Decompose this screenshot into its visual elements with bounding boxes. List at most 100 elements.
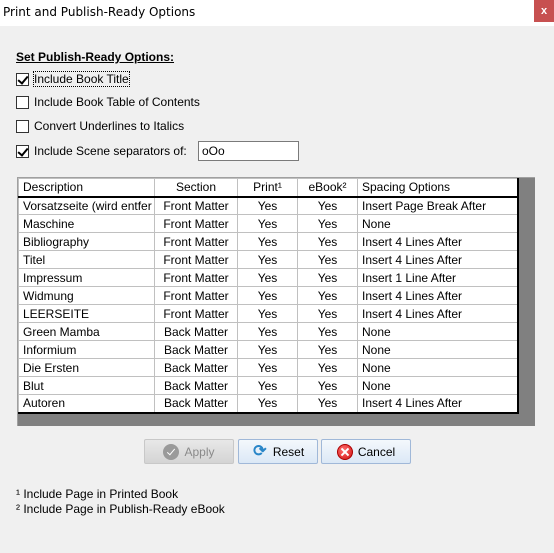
- include-toc-checkbox[interactable]: [16, 95, 29, 109]
- cell-description[interactable]: Bibliography: [18, 232, 155, 251]
- cell-ebook[interactable]: Yes: [297, 286, 358, 305]
- table-row[interactable]: LEERSEITE Front Matter Yes Yes Insert 4 Line…: [18, 304, 518, 323]
- check-circle-icon: [163, 443, 180, 460]
- table-row[interactable]: Autoren Back Matter Yes Yes Insert 4 Lines A…: [18, 394, 518, 413]
- cell-section[interactable]: Back Matter: [154, 322, 238, 341]
- cell-print[interactable]: Yes: [237, 250, 298, 269]
- cell-spacing[interactable]: Insert 4 Lines After: [357, 394, 518, 413]
- table-row[interactable]: Informium Back Matter Yes Yes None: [18, 340, 518, 359]
- cell-description[interactable]: Titel: [18, 250, 155, 269]
- include-book-title-label[interactable]: Include Book Title: [33, 71, 130, 87]
- scene-separators-checkbox[interactable]: [16, 144, 29, 158]
- cell-ebook[interactable]: Yes: [297, 358, 358, 377]
- cell-print[interactable]: Yes: [237, 232, 298, 251]
- apply-button[interactable]: Apply: [144, 439, 234, 464]
- cell-spacing[interactable]: None: [357, 214, 518, 233]
- cell-spacing[interactable]: Insert 4 Lines After: [357, 286, 518, 305]
- cell-spacing[interactable]: Insert Page Break After: [357, 196, 518, 215]
- column-header-ebook[interactable]: eBook²: [297, 178, 358, 198]
- cell-print[interactable]: Yes: [237, 340, 298, 359]
- convert-underlines-checkbox[interactable]: [16, 119, 29, 133]
- scene-separators-label[interactable]: Include Scene separators of:: [34, 144, 187, 158]
- cell-description[interactable]: Blut: [18, 376, 155, 395]
- cell-spacing[interactable]: Insert 4 Lines After: [357, 304, 518, 323]
- cell-description[interactable]: LEERSEITE: [18, 304, 155, 323]
- table-row[interactable]: Widmung Front Matter Yes Yes Insert 4 Lines …: [18, 286, 518, 305]
- cell-section[interactable]: Back Matter: [154, 340, 238, 359]
- include-toc-option[interactable]: Include Book Table of Contents: [16, 94, 200, 110]
- table-header-row: Description Section Print¹ eBook² Spacin…: [18, 178, 518, 198]
- cell-print[interactable]: Yes: [237, 358, 298, 377]
- table-row[interactable]: Maschine Front Matter Yes Yes None: [18, 214, 518, 233]
- table-row[interactable]: Green Mamba Back Matter Yes Yes None: [18, 322, 518, 341]
- cell-section[interactable]: Front Matter: [154, 196, 238, 215]
- cell-print[interactable]: Yes: [237, 286, 298, 305]
- cell-ebook[interactable]: Yes: [297, 322, 358, 341]
- cell-description[interactable]: Impressum: [18, 268, 155, 287]
- cell-section[interactable]: Front Matter: [154, 268, 238, 287]
- apply-label: Apply: [184, 444, 215, 459]
- scene-separator-input[interactable]: [198, 141, 299, 161]
- cell-spacing[interactable]: None: [357, 376, 518, 395]
- cell-description[interactable]: Maschine: [18, 214, 155, 233]
- cell-print[interactable]: Yes: [237, 322, 298, 341]
- cell-print[interactable]: Yes: [237, 376, 298, 395]
- cell-ebook[interactable]: Yes: [297, 232, 358, 251]
- cell-spacing[interactable]: Insert 4 Lines After: [357, 250, 518, 269]
- cell-ebook[interactable]: Yes: [297, 376, 358, 395]
- include-toc-label[interactable]: Include Book Table of Contents: [34, 95, 200, 109]
- convert-underlines-label[interactable]: Convert Underlines to Italics: [34, 119, 184, 133]
- table-row[interactable]: Blut Back Matter Yes Yes None: [18, 376, 518, 395]
- column-header-section[interactable]: Section: [154, 178, 238, 198]
- cell-print[interactable]: Yes: [237, 214, 298, 233]
- table-row[interactable]: Vorsatzseite (wird entfer Front Matter Yes…: [18, 196, 518, 215]
- cell-ebook[interactable]: Yes: [297, 268, 358, 287]
- cell-section[interactable]: Front Matter: [154, 304, 238, 323]
- column-header-spacing[interactable]: Spacing Options: [357, 178, 518, 198]
- cell-ebook[interactable]: Yes: [297, 394, 358, 413]
- cell-ebook[interactable]: Yes: [297, 214, 358, 233]
- footnote-print: ¹ Include Page in Printed Book: [16, 487, 179, 501]
- include-book-title-checkbox[interactable]: [16, 72, 29, 86]
- cell-print[interactable]: Yes: [237, 394, 298, 413]
- cell-description[interactable]: Vorsatzseite (wird entfer: [18, 196, 155, 215]
- column-header-description[interactable]: Description: [18, 178, 155, 198]
- cell-description[interactable]: Informium: [18, 340, 155, 359]
- cell-spacing[interactable]: None: [357, 358, 518, 377]
- cell-section[interactable]: Front Matter: [154, 214, 238, 233]
- cell-description[interactable]: Green Mamba: [18, 322, 155, 341]
- cell-print[interactable]: Yes: [237, 304, 298, 323]
- cell-ebook[interactable]: Yes: [297, 340, 358, 359]
- cell-section[interactable]: Back Matter: [154, 394, 238, 413]
- cell-spacing[interactable]: None: [357, 322, 518, 341]
- cell-ebook[interactable]: Yes: [297, 304, 358, 323]
- cancel-button[interactable]: Cancel: [321, 439, 411, 464]
- cell-section[interactable]: Back Matter: [154, 376, 238, 395]
- column-header-print[interactable]: Print¹: [237, 178, 298, 198]
- table-row[interactable]: Bibliography Front Matter Yes Yes Insert 4 L…: [18, 232, 518, 251]
- cell-spacing[interactable]: Insert 1 Line After: [357, 268, 518, 287]
- matter-table-viewport: Description Section Print¹ eBook² Spacin…: [17, 177, 535, 426]
- table-row[interactable]: Impressum Front Matter Yes Yes Insert 1 Line…: [18, 268, 518, 287]
- cell-ebook[interactable]: Yes: [297, 196, 358, 215]
- cell-section[interactable]: Front Matter: [154, 286, 238, 305]
- convert-underlines-option[interactable]: Convert Underlines to Italics: [16, 118, 184, 134]
- cell-description[interactable]: Widmung: [18, 286, 155, 305]
- cell-description[interactable]: Autoren: [18, 394, 155, 413]
- cell-section[interactable]: Front Matter: [154, 232, 238, 251]
- cell-ebook[interactable]: Yes: [297, 250, 358, 269]
- scene-separators-option[interactable]: Include Scene separators of:: [16, 143, 187, 159]
- cell-print[interactable]: Yes: [237, 196, 298, 215]
- table-row[interactable]: Die Ersten Back Matter Yes Yes None: [18, 358, 518, 377]
- table-row[interactable]: Titel Front Matter Yes Yes Insert 4 Lines Af…: [18, 250, 518, 269]
- close-button[interactable]: x: [534, 0, 554, 22]
- include-book-title-option[interactable]: Include Book Title: [16, 71, 130, 87]
- reset-label: Reset: [272, 444, 305, 459]
- cell-spacing[interactable]: None: [357, 340, 518, 359]
- reset-button[interactable]: ⟳ Reset: [238, 439, 318, 464]
- cell-section[interactable]: Back Matter: [154, 358, 238, 377]
- cell-print[interactable]: Yes: [237, 268, 298, 287]
- cell-description[interactable]: Die Ersten: [18, 358, 155, 377]
- cell-spacing[interactable]: Insert 4 Lines After: [357, 232, 518, 251]
- cell-section[interactable]: Front Matter: [154, 250, 238, 269]
